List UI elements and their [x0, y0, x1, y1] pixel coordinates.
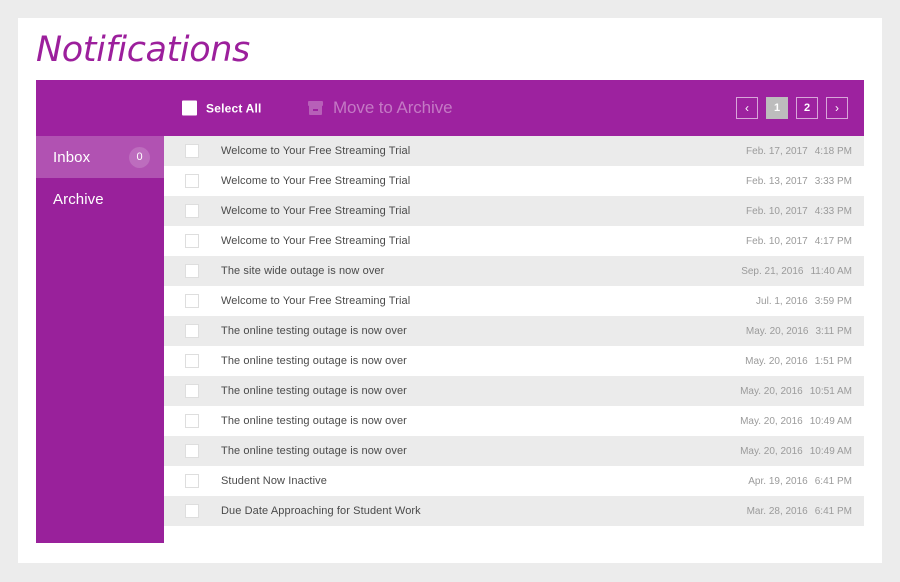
notification-title: Welcome to Your Free Streaming Trial — [221, 145, 411, 157]
sidebar-item-archive[interactable]: Archive — [36, 178, 164, 220]
notifications-card: Notifications Select All Move to Archive… — [18, 18, 882, 563]
notification-date: May. 20, 2016 — [740, 385, 803, 397]
notification-row[interactable]: Due Date Approaching for Student Work Mar… — [164, 496, 864, 526]
notification-time: 3:11 PM — [815, 325, 853, 337]
notification-row-checkbox[interactable] — [185, 354, 199, 368]
notification-row-checkbox[interactable] — [185, 174, 199, 188]
notification-row[interactable]: The site wide outage is now over Sep. 21,… — [164, 256, 864, 286]
notification-time: 3:33 PM — [814, 175, 852, 187]
notification-time: 10:49 AM — [809, 445, 852, 457]
select-all-control[interactable]: Select All — [182, 100, 262, 116]
select-all-label: Select All — [206, 101, 262, 115]
notification-title: The online testing outage is now over — [221, 415, 407, 427]
notification-time: 4:33 PM — [814, 205, 852, 217]
notification-date: Feb. 10, 2017 — [746, 235, 808, 247]
notification-date: Mar. 28, 2016 — [746, 505, 808, 517]
pagination-next-button[interactable]: › — [826, 97, 848, 119]
sidebar-item-archive-label: Archive — [53, 190, 104, 208]
pagination-page-1[interactable]: 1 — [766, 97, 788, 119]
notification-row-checkbox[interactable] — [185, 324, 199, 338]
notification-time: 10:51 AM — [809, 385, 852, 397]
notification-title: Student Now Inactive — [221, 475, 327, 487]
notification-row-checkbox[interactable] — [185, 414, 199, 428]
sidebar-item-inbox[interactable]: Inbox 0 — [36, 136, 164, 178]
notification-row[interactable]: Welcome to Your Free Streaming Trial Feb.… — [164, 136, 864, 166]
notification-row-checkbox[interactable] — [185, 144, 199, 158]
notification-date: Feb. 17, 2017 — [746, 145, 808, 157]
pagination-prev-button[interactable]: ‹ — [736, 97, 758, 119]
notification-time: 6:41 PM — [814, 505, 852, 517]
notification-title: The online testing outage is now over — [221, 385, 407, 397]
select-all-checkbox-icon[interactable] — [182, 100, 197, 116]
notification-row[interactable]: Student Now Inactive Apr. 19, 2016 6:41 PM — [164, 466, 864, 496]
sidebar-item-inbox-badge: 0 — [129, 146, 150, 168]
notification-date: Jul. 1, 2016 — [756, 295, 808, 307]
move-to-archive-label: Move to Archive — [333, 98, 453, 117]
notification-date: May. 20, 2016 — [740, 415, 803, 427]
notification-date: May. 20, 2016 — [745, 325, 809, 337]
notification-title: The site wide outage is now over — [221, 265, 385, 277]
notification-date: Sep. 21, 2016 — [741, 265, 804, 277]
notification-title: The online testing outage is now over — [221, 355, 407, 367]
notification-time: 3:59 PM — [814, 295, 852, 307]
notification-date: May. 20, 2016 — [745, 355, 808, 367]
notification-row-checkbox[interactable] — [185, 204, 199, 218]
notification-row[interactable]: Welcome to Your Free Streaming Trial Feb.… — [164, 166, 864, 196]
notification-row[interactable]: Welcome to Your Free Streaming Trial Feb.… — [164, 226, 864, 256]
notification-row[interactable]: The online testing outage is now over May… — [164, 376, 864, 406]
notification-row[interactable]: Welcome to Your Free Streaming Trial Jul.… — [164, 286, 864, 316]
notification-time: 10:49 AM — [809, 415, 852, 427]
notification-time: 4:18 PM — [814, 145, 852, 157]
notification-row[interactable]: The online testing outage is now over May… — [164, 316, 864, 346]
notification-row-checkbox[interactable] — [185, 444, 199, 458]
notification-row-checkbox[interactable] — [185, 234, 199, 248]
notification-date: May. 20, 2016 — [740, 445, 803, 457]
notification-row[interactable]: The online testing outage is now over May… — [164, 436, 864, 466]
notification-row-checkbox[interactable] — [185, 384, 199, 398]
notification-row[interactable]: The online testing outage is now over May… — [164, 346, 864, 376]
notification-date: Feb. 10, 2017 — [746, 205, 808, 217]
pagination: ‹ 1 2 › — [736, 97, 848, 119]
notification-row-checkbox[interactable] — [185, 474, 199, 488]
notification-date: Feb. 13, 2017 — [746, 175, 808, 187]
notification-title: The online testing outage is now over — [221, 445, 407, 457]
notification-row-checkbox[interactable] — [185, 264, 199, 278]
notification-title: Welcome to Your Free Streaming Trial — [221, 235, 411, 247]
notification-row-checkbox[interactable] — [185, 294, 199, 308]
notification-time: 11:40 AM — [810, 265, 852, 277]
notification-list: Welcome to Your Free Streaming Trial Feb.… — [164, 136, 864, 526]
page-title: Notifications — [36, 30, 250, 70]
notification-row[interactable]: Welcome to Your Free Streaming Trial Feb.… — [164, 196, 864, 226]
notification-date: Apr. 19, 2016 — [748, 475, 808, 487]
notification-time: 6:41 PM — [814, 475, 852, 487]
notification-time: 1:51 PM — [814, 355, 852, 367]
move-to-archive-button[interactable]: Move to Archive — [308, 98, 453, 118]
notification-row[interactable]: The online testing outage is now over May… — [164, 406, 864, 436]
pagination-page-2[interactable]: 2 — [796, 97, 818, 119]
notification-title: Welcome to Your Free Streaming Trial — [221, 175, 411, 187]
sidebar-item-inbox-label: Inbox — [53, 148, 91, 166]
notification-title: Due Date Approaching for Student Work — [221, 505, 421, 517]
archive-box-icon — [308, 101, 323, 115]
notifications-toolbar: Select All Move to Archive ‹ 1 2 › — [36, 80, 864, 136]
notification-title: Welcome to Your Free Streaming Trial — [221, 205, 411, 217]
notifications-sidebar: Inbox 0 Archive — [36, 136, 164, 543]
notification-title: Welcome to Your Free Streaming Trial — [221, 295, 411, 307]
notification-row-checkbox[interactable] — [185, 504, 199, 518]
notification-title: The online testing outage is now over — [221, 325, 407, 337]
notification-time: 4:17 PM — [814, 235, 852, 247]
